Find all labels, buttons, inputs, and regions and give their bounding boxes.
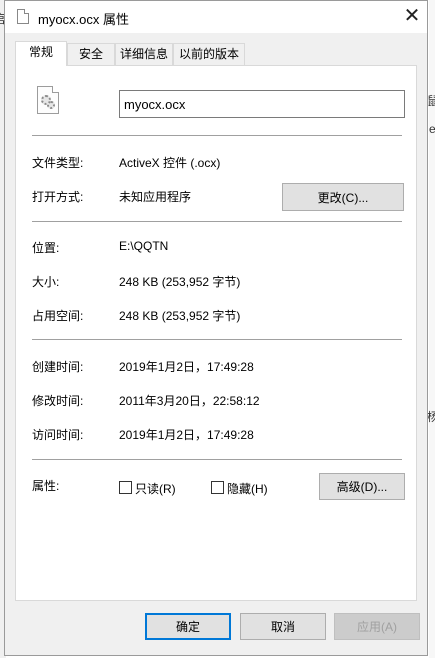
divider xyxy=(32,135,402,136)
gear-file-icon xyxy=(37,86,59,114)
size-label: 大小: xyxy=(32,275,60,289)
divider xyxy=(32,221,402,222)
close-button[interactable]: ✕ xyxy=(397,1,427,33)
accessed-label: 访问时间: xyxy=(32,428,84,442)
location-label: 位置: xyxy=(32,241,60,255)
change-button[interactable]: 更改(C)... xyxy=(282,183,404,211)
background-text-fragment: e xyxy=(429,122,435,136)
tab-previous-versions[interactable]: 以前的版本 xyxy=(173,43,245,65)
readonly-label[interactable]: 只读(R) xyxy=(135,480,176,497)
size-on-disk-label: 占用空间: xyxy=(32,309,84,323)
file-type-value: ActiveX 控件 (.ocx) xyxy=(119,156,221,170)
divider xyxy=(32,459,402,460)
divider xyxy=(32,339,402,340)
created-label: 创建时间: xyxy=(32,360,84,374)
background-window-right: 鼠 e 杨 xyxy=(427,0,435,658)
readonly-checkbox[interactable] xyxy=(119,481,132,494)
created-value: 2019年1月2日，17:49:28 xyxy=(119,360,254,374)
modified-value: 2011年3月20日，22:58:12 xyxy=(119,394,260,408)
hidden-label[interactable]: 隐藏(H) xyxy=(227,480,268,497)
document-icon xyxy=(17,9,29,24)
tab-details[interactable]: 详细信息 xyxy=(115,43,173,65)
attributes-label: 属性: xyxy=(32,479,60,493)
file-type-label: 文件类型: xyxy=(32,156,84,170)
background-text-fragment: 鼠 xyxy=(427,94,435,108)
location-value: E:\QQTN xyxy=(119,239,169,253)
title-bar: myocx.ocx 属性 ✕ xyxy=(5,1,427,33)
window-title: myocx.ocx 属性 xyxy=(38,12,130,27)
cancel-button[interactable]: 取消 xyxy=(240,613,326,640)
properties-dialog: myocx.ocx 属性 ✕ 常规 安全 详细信息 以前的版本 文件类型: Ac… xyxy=(4,0,428,656)
opens-with-value: 未知应用程序 xyxy=(119,190,192,204)
filename-input[interactable] xyxy=(119,90,405,118)
apply-button[interactable]: 应用(A) xyxy=(334,613,420,640)
tab-security[interactable]: 安全 xyxy=(67,43,115,65)
opens-with-label: 打开方式: xyxy=(32,190,84,204)
ok-button[interactable]: 确定 xyxy=(145,613,231,640)
size-value: 248 KB (253,952 字节) xyxy=(119,275,241,289)
hidden-checkbox[interactable] xyxy=(211,481,224,494)
accessed-value: 2019年1月2日，17:49:28 xyxy=(119,428,254,442)
advanced-button[interactable]: 高级(D)... xyxy=(319,473,405,500)
background-text-fragment: 杨 xyxy=(427,410,435,424)
general-panel: 文件类型: ActiveX 控件 (.ocx) 打开方式: 未知应用程序 更改(… xyxy=(15,65,417,601)
tab-general[interactable]: 常规 xyxy=(15,41,67,66)
size-on-disk-value: 248 KB (253,952 字节) xyxy=(119,309,241,323)
modified-label: 修改时间: xyxy=(32,394,84,408)
